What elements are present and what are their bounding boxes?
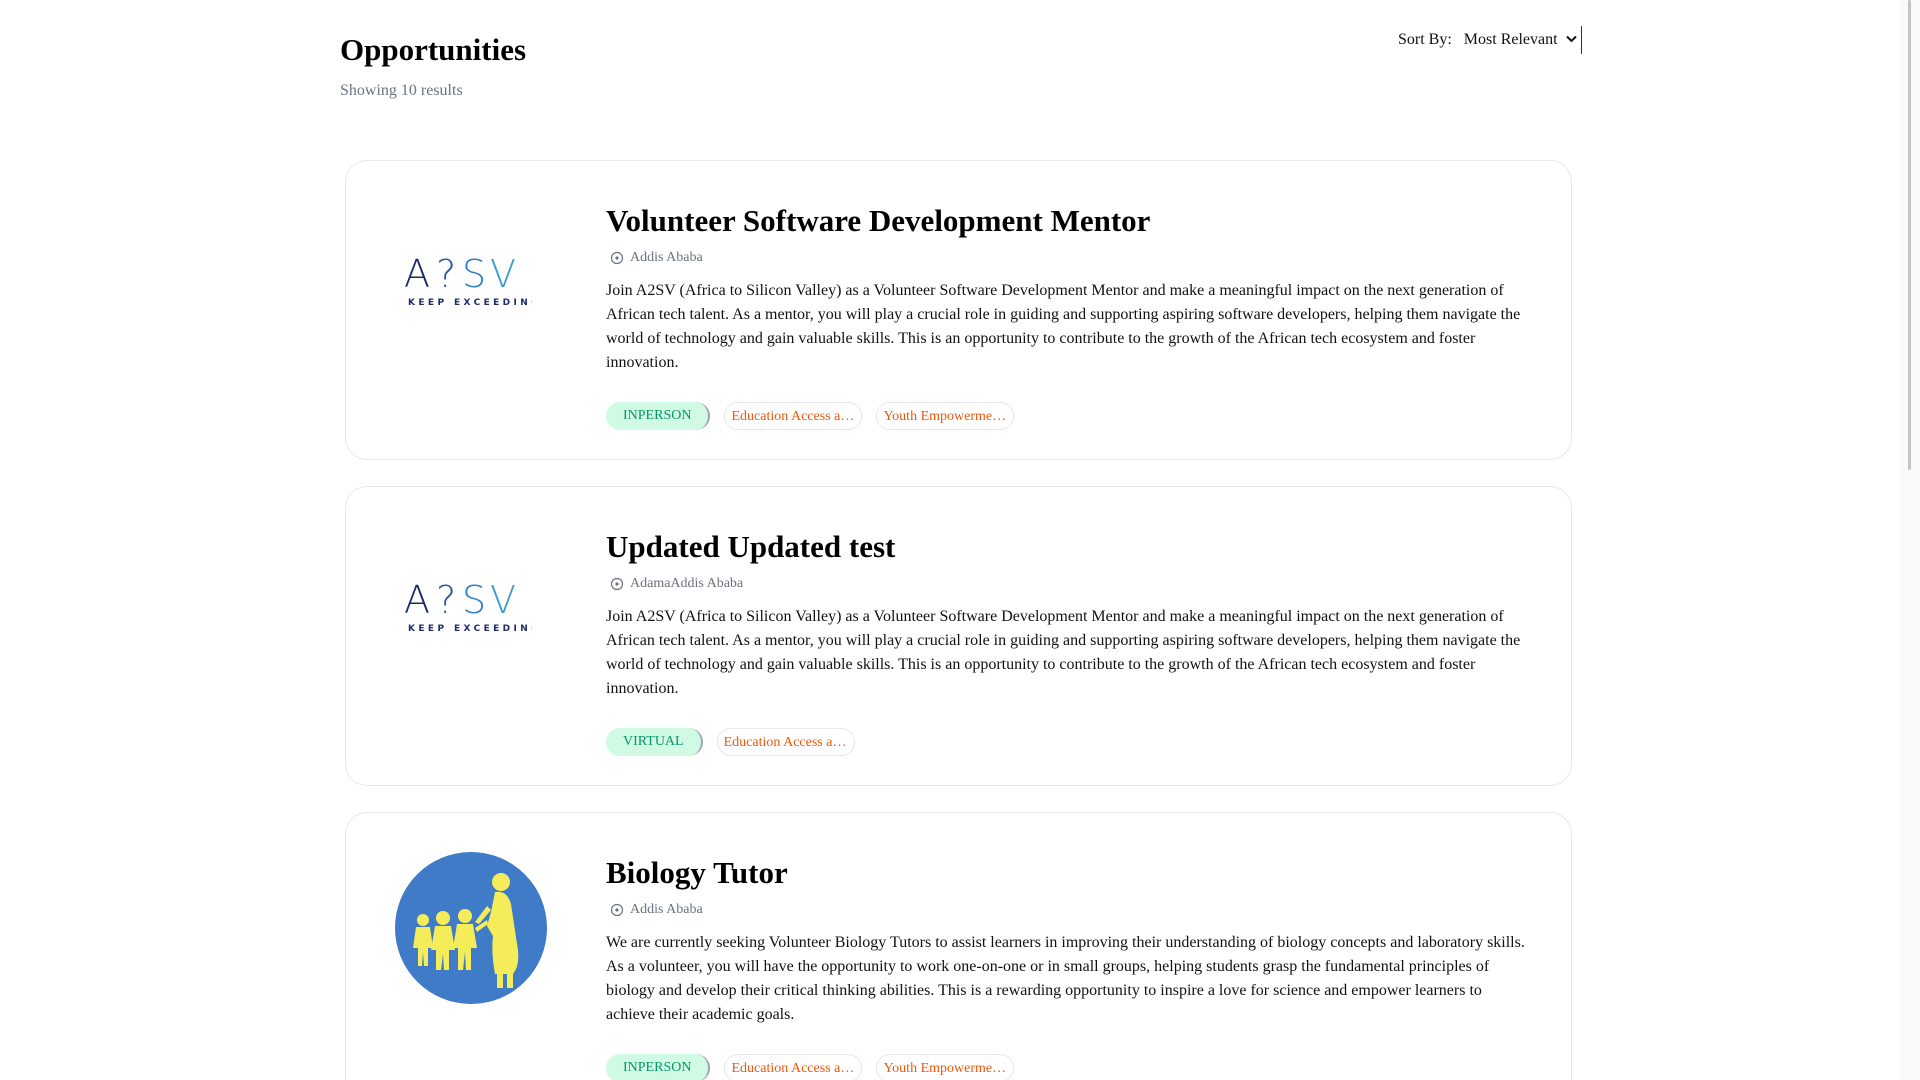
page: Opportunities Showing 10 results Sort By… — [0, 0, 1900, 1080]
sort-control: Sort By: Most Relevant — [1398, 26, 1582, 54]
location-text: AdamaAddis Ababa — [630, 576, 744, 591]
opportunity-title[interactable]: Volunteer Software Development Mentor — [606, 203, 1150, 239]
sort-select[interactable]: Most Relevant — [1462, 26, 1582, 54]
category-tag: Education Access and Quality Improvement — [716, 728, 855, 756]
svg-text:KEEP EXCEEDING: KEEP EXCEEDING — [408, 624, 532, 634]
category-tag: Education Access and Quality Improvement — [724, 402, 863, 430]
svg-text:A: A — [404, 253, 432, 296]
opportunity-card[interactable]: A ? S V KEEP EXCEEDING Updated Updated t… — [345, 486, 1572, 786]
category-tag: Education Access and Quality Improvement — [724, 1054, 863, 1080]
location-pin-icon — [610, 903, 624, 917]
opportunity-card[interactable]: Biology Tutor Addis Ababa We are current… — [345, 812, 1572, 1080]
opportunity-location: AdamaAddis Ababa — [610, 576, 743, 592]
result-count: Showing 10 results — [340, 82, 463, 99]
svg-text:?: ? — [436, 579, 456, 622]
opportunity-title[interactable]: Updated Updated test — [606, 529, 895, 565]
svg-text:?: ? — [436, 253, 456, 296]
opportunity-location: Addis Ababa — [610, 250, 703, 266]
svg-text:S: S — [462, 253, 486, 296]
opportunity-description: Join A2SV (Africa to Silicon Valley) as … — [606, 282, 1521, 371]
scrollbar-thumb[interactable] — [1908, 0, 1911, 470]
type-badge: INPERSON — [606, 402, 711, 430]
chevron-down-icon — [1565, 34, 1577, 46]
svg-text:A: A — [404, 579, 432, 622]
location-pin-icon — [610, 251, 624, 265]
opportunity-description: Join A2SV (Africa to Silicon Valley) as … — [606, 608, 1521, 697]
a2sv-logo: A ? S V KEEP EXCEEDING — [402, 578, 539, 640]
page-title: Opportunities — [340, 32, 527, 67]
type-badge: VIRTUAL — [606, 728, 703, 756]
sort-select-value: Most Relevant — [1463, 31, 1558, 48]
svg-text:V: V — [490, 579, 516, 622]
opportunity-tags: INPERSON Education Access and Quality Im… — [606, 1054, 1015, 1080]
svg-text:KEEP EXCEEDING: KEEP EXCEEDING — [408, 298, 532, 308]
opportunity-tags: INPERSON Education Access and Quality Im… — [606, 402, 1015, 430]
svg-text:V: V — [490, 253, 516, 296]
opportunity-location: Addis Ababa — [610, 902, 703, 918]
category-tag: Youth Empowerment and Development — [876, 1054, 1015, 1080]
teacher-children-icon — [395, 852, 547, 1009]
location-text: Addis Ababa — [630, 902, 703, 917]
category-tag: Youth Empowerment and Development — [876, 402, 1015, 430]
scrollbar[interactable] — [1900, 0, 1920, 1080]
opportunity-card[interactable]: A ? S V KEEP EXCEEDING Volunteer Softwar… — [345, 160, 1572, 460]
opportunity-description: We are currently seeking Volunteer Biolo… — [606, 934, 1525, 1023]
location-pin-icon — [610, 577, 624, 591]
location-text: Addis Ababa — [630, 250, 703, 265]
svg-text:S: S — [462, 579, 486, 622]
type-badge: INPERSON — [606, 1054, 711, 1080]
opportunity-tags: VIRTUAL Education Access and Quality Imp… — [606, 728, 855, 756]
a2sv-logo: A ? S V KEEP EXCEEDING — [402, 252, 539, 314]
opportunity-title[interactable]: Biology Tutor — [606, 855, 788, 891]
sort-label: Sort By: — [1398, 31, 1452, 48]
